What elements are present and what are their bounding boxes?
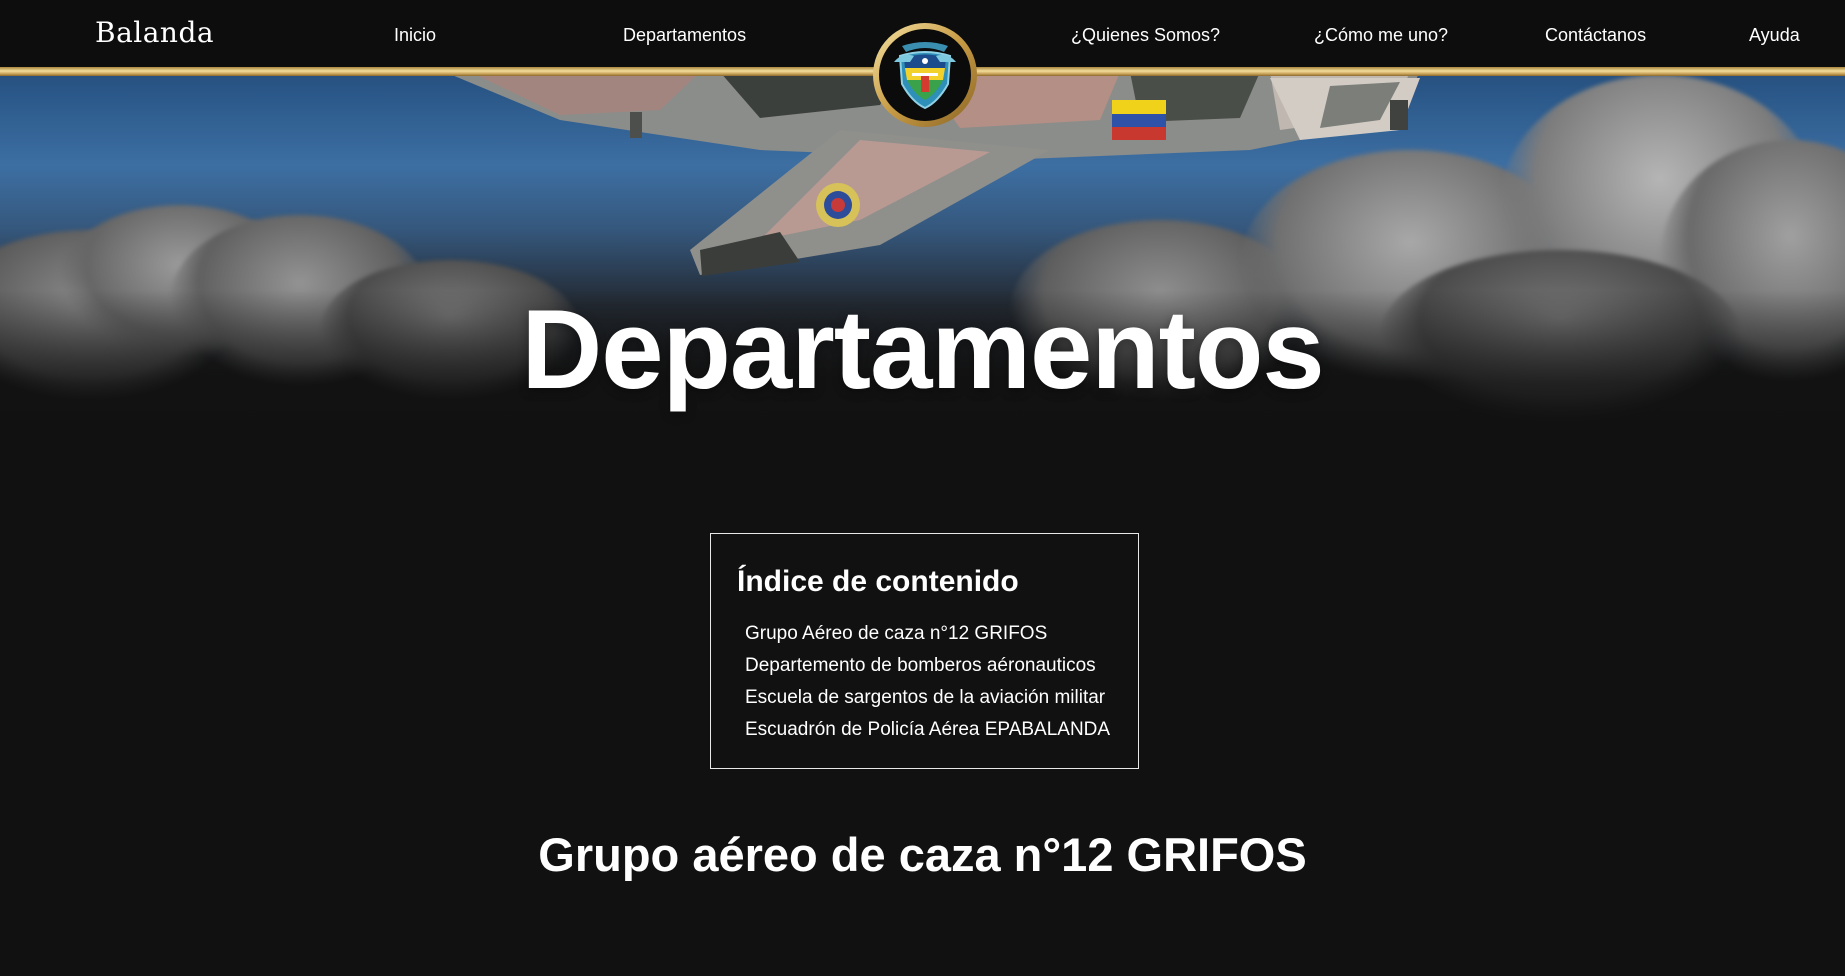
section-heading: Grupo aéreo de caza n°12 GRIFOS [538,828,1307,881]
nav-item-contactanos[interactable]: Contáctanos [1545,24,1646,46]
air-force-crest-icon[interactable] [872,22,978,128]
table-of-contents: Índice de contenido Grupo Aéreo de caza … [710,533,1139,769]
nav-item-como-me-uno[interactable]: ¿Cómo me uno? [1314,24,1448,46]
nav-item-quienes-somos[interactable]: ¿Quienes Somos? [1071,24,1220,46]
toc-item-bomberos[interactable]: Departemento de bomberos aéronauticos [745,650,1110,682]
nav-item-inicio[interactable]: Inicio [394,24,436,46]
brand-logo[interactable]: Balanda [95,14,214,52]
page-title: Departamentos [521,287,1324,412]
toc-item-escuela-sargentos[interactable]: Escuela de sargentos de la aviación mili… [745,682,1110,714]
toc-item-grupo-aereo[interactable]: Grupo Aéreo de caza n°12 GRIFOS [745,618,1110,650]
nav-item-ayuda[interactable]: Ayuda [1749,24,1800,46]
toc-item-policia-aerea[interactable]: Escuadrón de Policía Aérea EPABALANDA [745,714,1110,746]
nav-item-departamentos[interactable]: Departamentos [623,24,746,46]
toc-list: Grupo Aéreo de caza n°12 GRIFOS Departem… [745,618,1110,746]
toc-title: Índice de contenido [737,565,1019,598]
